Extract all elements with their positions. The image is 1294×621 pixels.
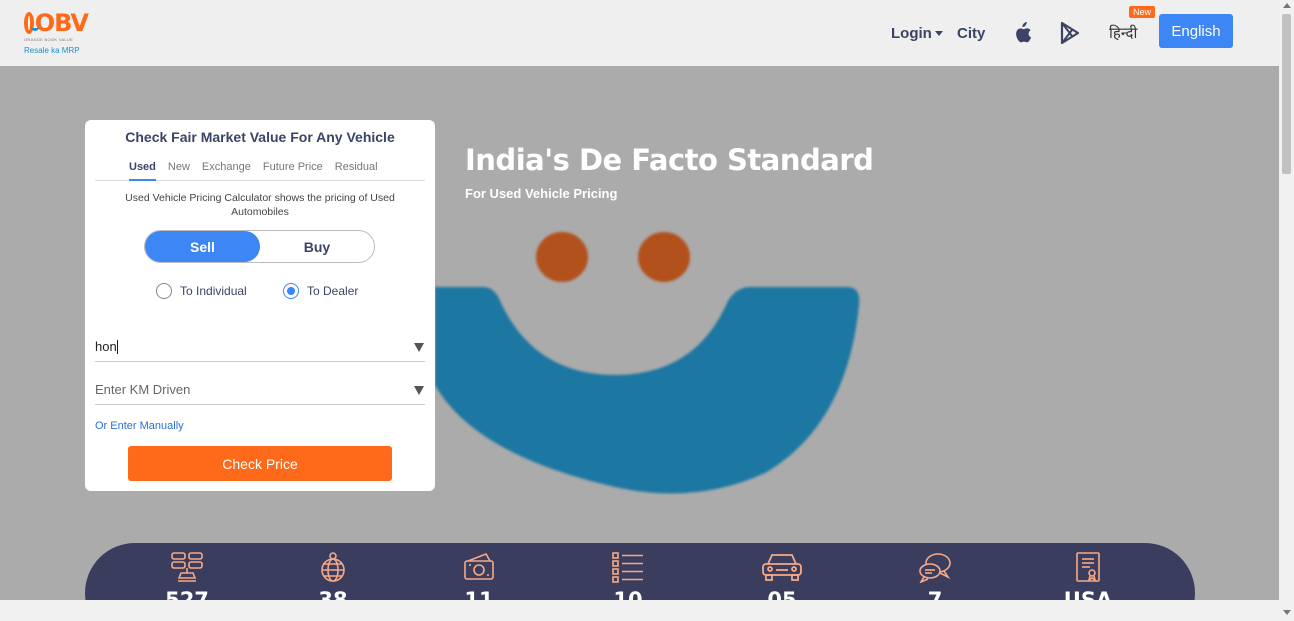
card-title: Check Fair Market Value For Any Vehicle (125, 129, 395, 145)
dropdown-arrow-icon[interactable] (414, 386, 424, 395)
text-cursor (116, 339, 118, 354)
km-placeholder: Enter KM Driven (95, 382, 191, 397)
apple-icon[interactable] (1012, 0, 1032, 66)
hero-title: India's De Facto Standard (465, 143, 874, 177)
logo-tagline: Resale ka MRP (24, 46, 80, 55)
certificate-icon (1076, 552, 1100, 582)
logo-brand: OBV (34, 9, 89, 37)
bottom-scroll-region (0, 600, 1279, 621)
pricing-card: Check Fair Market Value For Any Vehicle … (85, 120, 435, 491)
header: OBV ORANGE BOOK VALUE Resale ka MRP Logi… (0, 0, 1279, 66)
logo-face-icon (24, 12, 39, 34)
buy-button[interactable]: Buy (260, 231, 374, 262)
login-label: Login (891, 24, 932, 42)
card-description: Used Vehicle Pricing Calculator shows th… (125, 192, 395, 218)
logo-subtitle: ORANGE BOOK VALUE (24, 37, 74, 42)
vertical-scrollbar[interactable] (1279, 0, 1294, 621)
list-icon (612, 552, 643, 583)
enter-manually-link[interactable]: Or Enter Manually (95, 420, 184, 432)
caret-down-icon (934, 30, 943, 36)
tab-future-price[interactable]: Future Price (263, 158, 323, 181)
vehicle-search-input[interactable]: hon (95, 332, 425, 362)
city-link[interactable]: City (957, 0, 985, 66)
sell-buy-toggle: Sell Buy (144, 230, 375, 263)
radio-to-dealer[interactable]: To Dealer (283, 283, 358, 299)
dropdown-arrow-icon[interactable] (414, 343, 424, 352)
radio-label-individual: To Individual (180, 284, 247, 298)
radio-circle-checked[interactable] (283, 283, 299, 299)
tab-new[interactable]: New (168, 158, 190, 181)
vehicle-input-value: hon (95, 339, 117, 354)
check-price-button[interactable]: Check Price (128, 446, 392, 481)
radio-label-dealer: To Dealer (307, 284, 359, 298)
play-store-icon[interactable] (1060, 0, 1080, 66)
tab-used[interactable]: Used (129, 158, 156, 181)
pricing-tabs: Used New Exchange Future Price Residual (95, 158, 425, 181)
cars-stack-icon (171, 552, 203, 582)
money-icon (464, 553, 494, 580)
tab-residual[interactable]: Residual (335, 158, 378, 181)
scrollbar-thumb[interactable] (1282, 14, 1291, 174)
radio-to-individual[interactable]: To Individual (156, 283, 247, 299)
login-menu[interactable]: Login (891, 0, 943, 66)
chat-icon (919, 553, 951, 583)
globe-icon (321, 552, 345, 582)
logo-mark: OBV (24, 9, 89, 37)
sell-button[interactable]: Sell (145, 231, 260, 262)
obv-logo[interactable]: OBV ORANGE BOOK VALUE Resale ka MRP (24, 9, 89, 64)
scroll-down-arrow-icon[interactable] (1283, 610, 1291, 615)
scroll-up-arrow-icon[interactable] (1283, 3, 1291, 8)
radio-circle[interactable] (156, 283, 172, 299)
car-icon (762, 554, 802, 581)
language-english-button[interactable]: English (1159, 14, 1233, 48)
new-badge: New (1129, 6, 1156, 18)
hero-subtitle: For Used Vehicle Pricing (465, 186, 618, 201)
hero-smiley-graphic (435, 232, 860, 494)
km-driven-select[interactable]: Enter KM Driven (95, 375, 425, 405)
tab-exchange[interactable]: Exchange (202, 158, 251, 181)
